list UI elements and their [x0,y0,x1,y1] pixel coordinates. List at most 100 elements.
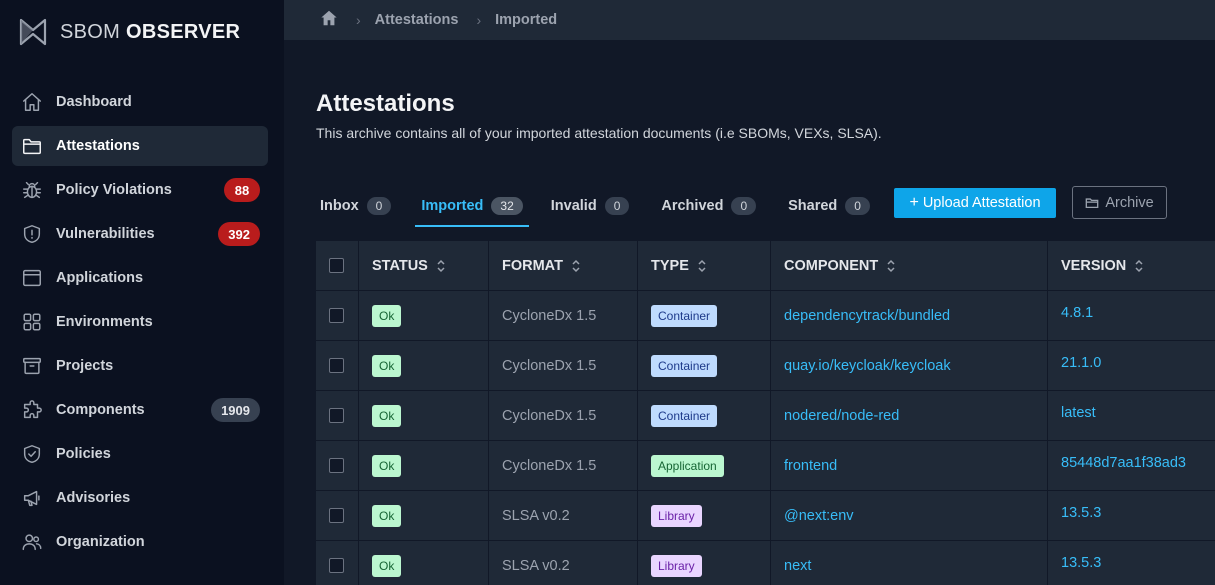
table-row[interactable]: Ok CycloneDx 1.5 Container quay.io/keycl… [316,341,1215,391]
tab-archived[interactable]: Archived 0 [661,190,757,222]
tab-count-badge: 0 [366,197,392,215]
version-link[interactable]: 85448d7aa1f38ad3 [1061,455,1186,471]
table-row[interactable]: Ok CycloneDx 1.5 Container dependencytra… [316,291,1215,341]
version-link[interactable]: 21.1.0 [1061,355,1101,371]
archive-button[interactable]: Archive [1072,186,1167,219]
tab-label: Shared [788,198,838,214]
chevron-right-icon: › [356,12,361,28]
sidebar-item-attestations[interactable]: Attestations [12,126,268,166]
header-type[interactable]: TYPE [638,241,771,290]
sidebar-item-dashboard[interactable]: Dashboard [12,82,268,122]
sidebar-item-policies[interactable]: Policies [12,434,268,474]
header-status[interactable]: STATUS [359,241,489,290]
table-row[interactable]: Ok SLSA v0.2 Library next 13.5.3 [316,541,1215,585]
version-link[interactable]: latest [1061,405,1096,421]
format-text: CycloneDx 1.5 [502,407,597,424]
sidebar-nav: Dashboard Attestations Policy Violations… [12,82,268,566]
sidebar-item-label: Projects [56,358,114,374]
tab-count-badge: 0 [604,197,630,215]
component-link[interactable]: next [784,558,811,574]
format-text: SLSA v0.2 [502,507,570,524]
home-icon[interactable] [320,9,338,32]
home-icon [20,90,44,114]
sidebar: SBOM OBSERVER Dashboard Attestations Pol… [0,0,284,585]
version-link[interactable]: 13.5.3 [1061,555,1101,571]
table-header-row: STATUS FORMAT TYPE COMPONENT VERSION [316,241,1215,291]
header-checkbox-cell [316,241,359,290]
sidebar-item-label: Organization [56,534,145,550]
version-link[interactable]: 4.8.1 [1061,305,1093,321]
sidebar-item-label: Applications [56,270,144,286]
row-checkbox[interactable] [329,308,344,323]
sidebar-item-label: Policies [56,446,111,462]
sidebar-item-label: Advisories [56,490,131,506]
tab-invalid[interactable]: Invalid 0 [551,190,630,222]
component-link[interactable]: nodered/node-red [784,408,899,424]
table-row[interactable]: Ok CycloneDx 1.5 Application frontend 85… [316,441,1215,491]
tab-inbox[interactable]: Inbox 0 [320,190,392,222]
sidebar-item-components[interactable]: Components 1909 [12,390,268,430]
tab-label: Inbox [320,198,359,214]
status-badge: Ok [372,504,402,527]
type-badge: Application [651,454,724,477]
shield-exclamation-icon [20,222,44,246]
plus-icon: + [909,194,919,211]
upload-attestation-button[interactable]: + Upload Attestation [894,188,1056,218]
policy-violations-count-badge: 88 [224,178,260,202]
sidebar-item-projects[interactable]: Projects [12,346,268,386]
row-checkbox[interactable] [329,358,344,373]
format-text: CycloneDx 1.5 [502,357,597,374]
row-checkbox[interactable] [329,458,344,473]
sidebar-item-label: Components [56,402,145,418]
sidebar-item-vulnerabilities[interactable]: Vulnerabilities 392 [12,214,268,254]
sidebar-item-advisories[interactable]: Advisories [12,478,268,518]
format-text: SLSA v0.2 [502,557,570,574]
sort-icon [886,259,896,273]
breadcrumb-imported[interactable]: Imported [495,12,557,28]
component-link[interactable]: @next:env [784,508,854,524]
table-row[interactable]: Ok CycloneDx 1.5 Container nodered/node-… [316,391,1215,441]
archive-label: Archive [1105,194,1154,211]
sidebar-item-organization[interactable]: Organization [12,522,268,562]
version-link[interactable]: 13.5.3 [1061,505,1101,521]
type-badge: Container [651,354,718,377]
sbom-observer-logo-icon [19,18,47,46]
tab-imported[interactable]: Imported 32 [415,190,530,227]
sort-icon [436,259,446,273]
sidebar-item-label: Dashboard [56,94,132,110]
tab-label: Archived [661,198,724,214]
component-link[interactable]: quay.io/keycloak/keycloak [784,358,951,374]
sidebar-item-label: Policy Violations [56,182,172,198]
tab-count-badge: 32 [491,197,523,215]
row-checkbox[interactable] [329,508,344,523]
sidebar-item-environments[interactable]: Environments [12,302,268,342]
header-version[interactable]: VERSION [1048,241,1215,290]
app-name: SBOM OBSERVER [60,20,241,43]
status-badge: Ok [372,554,402,577]
component-link[interactable]: frontend [784,458,837,474]
app-logo[interactable]: SBOM OBSERVER [18,16,240,48]
folder-icon [1085,197,1099,208]
vulnerabilities-count-badge: 392 [218,222,260,246]
puzzle-icon [20,398,44,422]
component-link[interactable]: dependencytrack/bundled [784,308,950,324]
header-component[interactable]: COMPONENT [771,241,1048,290]
select-all-checkbox[interactable] [329,258,344,273]
table-row[interactable]: Ok SLSA v0.2 Library @next:env 13.5.3 [316,491,1215,541]
row-checkbox[interactable] [329,408,344,423]
sidebar-item-label: Attestations [56,138,140,154]
tab-label: Invalid [550,198,597,214]
tab-shared[interactable]: Shared 0 [788,190,870,222]
format-text: CycloneDx 1.5 [502,457,597,474]
breadcrumb-attestations[interactable]: Attestations [375,12,459,28]
sidebar-item-policy-violations[interactable]: Policy Violations 88 [12,170,268,210]
sidebar-item-label: Environments [56,314,153,330]
tab-count-badge: 0 [845,197,870,215]
status-badge: Ok [372,404,402,427]
tab-count-badge: 0 [731,197,757,215]
megaphone-icon [20,486,44,510]
row-checkbox[interactable] [329,558,344,573]
sidebar-item-applications[interactable]: Applications [12,258,268,298]
attestation-tabs: Inbox 0 Imported 32 Invalid 0 Archived 0… [320,190,870,227]
header-format[interactable]: FORMAT [489,241,638,290]
